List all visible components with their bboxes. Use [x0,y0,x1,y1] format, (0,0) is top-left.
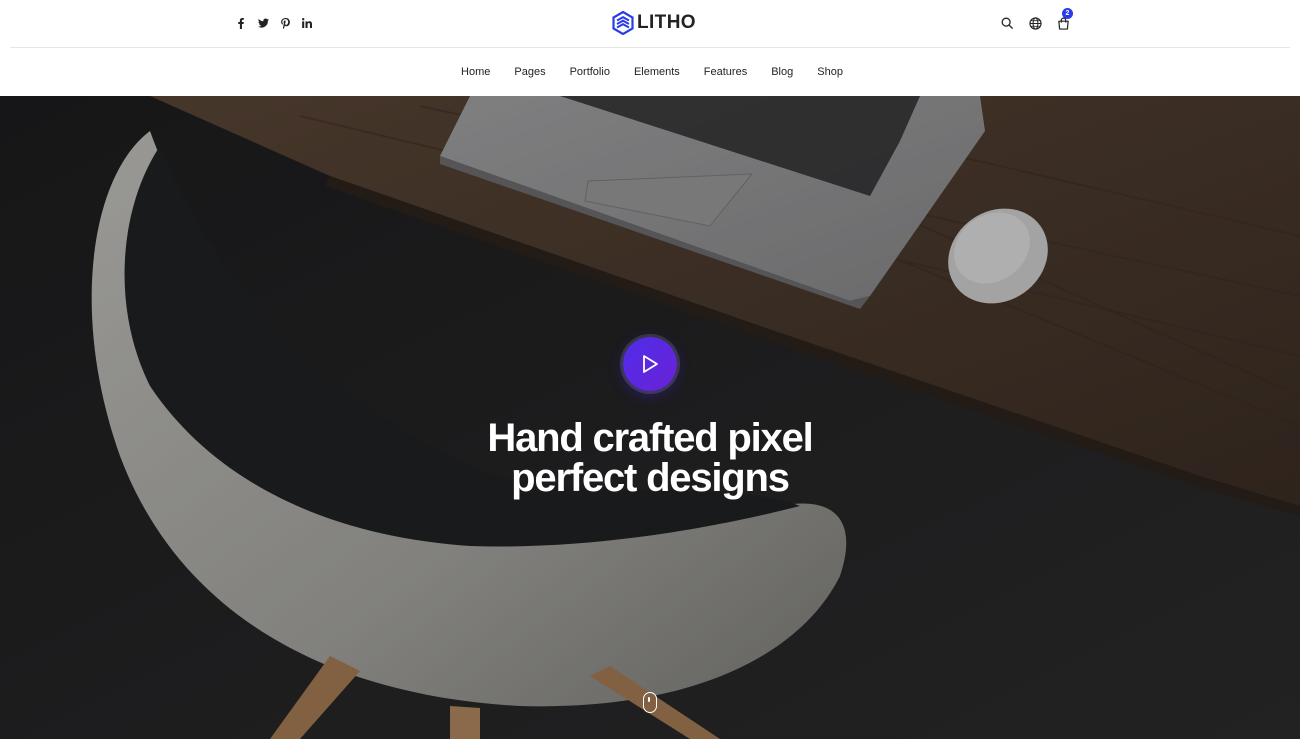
nav-item-home[interactable]: Home [449,66,502,78]
scroll-down-mouse-icon[interactable] [643,692,657,713]
play-icon [643,355,658,373]
main-navigation: Home Pages Portfolio Elements Features B… [0,48,1300,96]
nav-item-shop[interactable]: Shop [805,66,855,78]
brand-name: LITHO [637,12,696,33]
search-icon[interactable] [998,14,1016,32]
logo-cube-icon [612,11,634,35]
hero-title-line-2: perfect designs [511,456,790,500]
hero-title: Hand crafted pixel perfect designs [400,418,900,498]
hero-section: Hand crafted pixel perfect designs [0,96,1300,739]
nav-item-blog[interactable]: Blog [759,66,805,78]
brand-logo[interactable]: LITHO [612,11,696,35]
pinterest-icon[interactable] [278,14,292,32]
social-links [234,14,314,32]
cart-count-badge: 2 [1062,8,1073,19]
nav-item-features[interactable]: Features [692,66,759,78]
header-tools: 2 [998,8,1073,32]
hero-title-line-1: Hand crafted pixel [487,416,813,460]
top-bar: LITHO 2 [0,0,1300,48]
nav-menu: Home Pages Portfolio Elements Features B… [449,66,855,78]
play-video-button[interactable] [623,337,677,391]
twitter-icon[interactable] [256,14,270,32]
nav-item-portfolio[interactable]: Portfolio [558,66,622,78]
cart-icon[interactable]: 2 [1054,8,1073,32]
globe-icon[interactable] [1026,14,1044,32]
nav-item-pages[interactable]: Pages [502,66,557,78]
linkedin-icon[interactable] [300,14,314,32]
facebook-icon[interactable] [234,14,248,32]
nav-item-elements[interactable]: Elements [622,66,692,78]
